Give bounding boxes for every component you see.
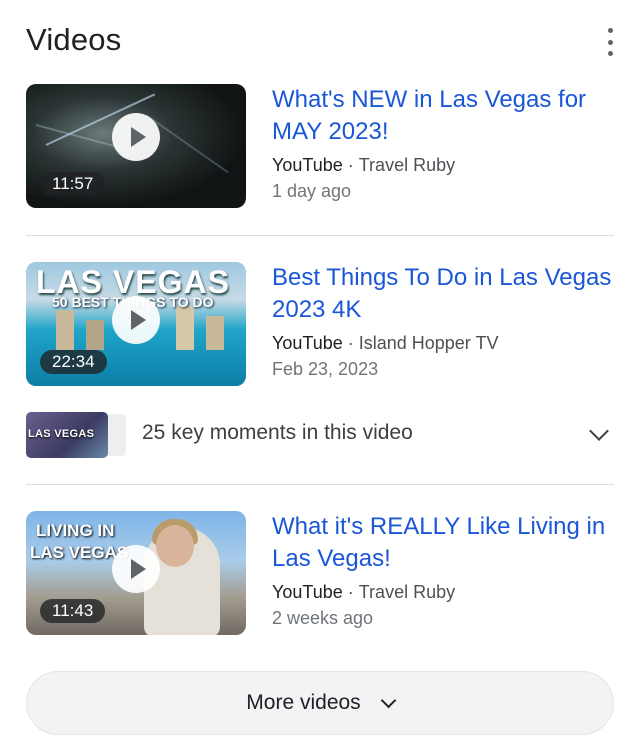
- duration-badge: 11:43: [40, 599, 105, 623]
- key-moments-thumb-text: LAS VEGAS: [28, 428, 94, 440]
- video-title-link[interactable]: Best Things To Do in Las Vegas 2023 4K: [272, 262, 614, 326]
- key-moments-thumbnails: LAS VEGAS: [26, 412, 126, 458]
- video-source: YouTube: [272, 155, 343, 175]
- more-videos-button[interactable]: More videos: [26, 671, 614, 735]
- more-vert-icon[interactable]: [600, 28, 620, 56]
- video-source: YouTube: [272, 582, 343, 602]
- video-result[interactable]: 11:57 What's NEW in Las Vegas for MAY 20…: [26, 84, 614, 209]
- video-meta: YouTube·Travel Ruby: [272, 152, 614, 178]
- video-thumbnail[interactable]: LAS VEGAS 50 BEST THINGS TO DO 22:34: [26, 262, 246, 386]
- more-videos-label: More videos: [246, 691, 360, 715]
- video-channel: Travel Ruby: [359, 155, 455, 175]
- meta-separator: ·: [348, 333, 354, 353]
- video-channel: Travel Ruby: [359, 582, 455, 602]
- duration-badge: 22:34: [40, 350, 107, 374]
- video-thumbnail[interactable]: LIVING IN LAS VEGAS 11:43: [26, 511, 246, 635]
- meta-separator: ·: [348, 582, 354, 602]
- thumbnail-text: LIVING IN: [36, 521, 114, 541]
- video-meta: YouTube·Travel Ruby: [272, 579, 614, 605]
- video-date: 1 day ago: [272, 178, 614, 204]
- video-source: YouTube: [272, 333, 343, 353]
- video-channel: Island Hopper TV: [359, 333, 499, 353]
- video-result[interactable]: LIVING IN LAS VEGAS 11:43 What it's REAL…: [26, 511, 614, 636]
- play-icon[interactable]: [112, 545, 160, 593]
- meta-separator: ·: [348, 155, 354, 175]
- chevron-down-icon: [380, 692, 396, 708]
- videos-header: Videos: [26, 22, 620, 62]
- video-date: 2 weeks ago: [272, 605, 614, 631]
- video-meta: YouTube·Island Hopper TV: [272, 330, 614, 356]
- key-moments-label: 25 key moments in this video: [142, 421, 413, 445]
- play-icon[interactable]: [112, 113, 160, 161]
- key-moments-toggle[interactable]: LAS VEGAS 25 key moments in this video: [26, 410, 614, 458]
- divider: [26, 235, 614, 236]
- video-title-link[interactable]: What's NEW in Las Vegas for MAY 2023!: [272, 84, 614, 148]
- play-icon[interactable]: [112, 296, 160, 344]
- section-title: Videos: [26, 22, 620, 58]
- video-result[interactable]: LAS VEGAS 50 BEST THINGS TO DO 22:34 Bes…: [26, 262, 614, 387]
- video-thumbnail[interactable]: 11:57: [26, 84, 246, 208]
- video-date: Feb 23, 2023: [272, 356, 614, 382]
- duration-badge: 11:57: [40, 172, 105, 196]
- video-title-link[interactable]: What it's REALLY Like Living in Las Vega…: [272, 511, 614, 575]
- chevron-down-icon[interactable]: [589, 421, 609, 441]
- divider: [26, 484, 614, 485]
